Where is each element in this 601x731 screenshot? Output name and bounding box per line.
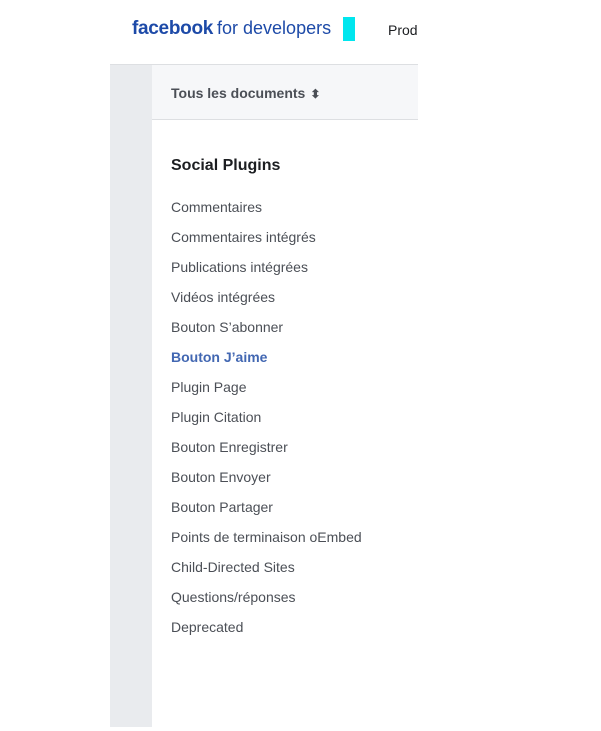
sidebar-item[interactable]: Bouton Partager bbox=[171, 498, 362, 528]
sidebar-item[interactable]: Plugin Page bbox=[171, 378, 362, 408]
sort-arrows-icon: ⬍ bbox=[310, 87, 321, 101]
sidebar-item[interactable]: Questions/réponses bbox=[171, 588, 362, 618]
left-gutter bbox=[110, 65, 152, 727]
sidebar-item[interactable]: Deprecated bbox=[171, 618, 362, 648]
text-cursor-highlight bbox=[343, 17, 355, 41]
sidebar-item[interactable]: Bouton S’abonner bbox=[171, 318, 362, 348]
social-plugins-menu: Commentaires Commentaires intégrés Publica… bbox=[171, 198, 362, 648]
sidebar-item[interactable]: Publications intégrées bbox=[171, 258, 362, 288]
docs-sidebar: Tous les documents ⬍ Social Plugins Comme… bbox=[152, 65, 418, 727]
facebook-for-developers-logo[interactable]: facebook for developers bbox=[132, 17, 331, 40]
sidebar-item[interactable]: Bouton J’aime bbox=[171, 348, 362, 378]
sidebar-item[interactable]: Commentaires intégrés bbox=[171, 228, 362, 258]
top-navigation-bar: facebookfor developers Produits bbox=[0, 0, 601, 62]
sidebar-item[interactable]: Commentaires bbox=[171, 198, 362, 228]
sidebar-item[interactable]: Child-Directed Sites bbox=[171, 558, 362, 588]
section-title-social-plugins: Social Plugins bbox=[171, 157, 281, 174]
sidebar-item[interactable]: Vidéos intégrées bbox=[171, 288, 362, 318]
all-documents-label: Tous les documents ⬍ bbox=[171, 85, 320, 101]
nav-products-link[interactable]: Produits bbox=[388, 22, 418, 38]
logo-brand: facebook bbox=[132, 18, 214, 39]
sidebar-item[interactable]: Bouton Envoyer bbox=[171, 468, 362, 498]
all-documents-selector[interactable]: Tous les documents ⬍ bbox=[152, 65, 418, 120]
all-documents-text: Tous les documents bbox=[171, 85, 306, 101]
sidebar-item[interactable]: Bouton Enregistrer bbox=[171, 438, 362, 468]
logo-suffix: for developers bbox=[217, 18, 332, 38]
sidebar-item[interactable]: Points de terminaison oEmbed bbox=[171, 528, 362, 558]
sidebar-item[interactable]: Plugin Citation bbox=[171, 408, 362, 438]
